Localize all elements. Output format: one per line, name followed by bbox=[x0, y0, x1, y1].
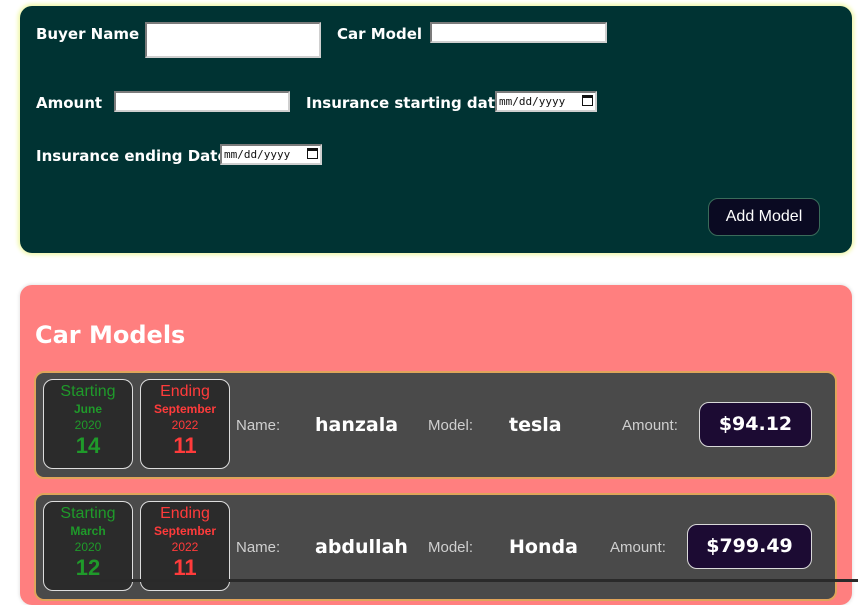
end-year: 2022 bbox=[171, 540, 199, 554]
add-insurance-form: Buyer Name Car Model Amount Insurance st… bbox=[20, 6, 852, 253]
starting-label: Starting bbox=[60, 383, 116, 400]
amount-input[interactable] bbox=[114, 91, 290, 112]
car-models-panel: Car Models Starting June 2020 14 Ending … bbox=[20, 285, 852, 605]
end-date-box: Ending September 2022 11 bbox=[140, 501, 230, 591]
insurance-end-date-input[interactable]: mm/dd/yyyy bbox=[220, 144, 322, 165]
buyer-name-input[interactable] bbox=[145, 22, 321, 58]
start-year: 2020 bbox=[74, 540, 102, 554]
ending-label: Ending bbox=[160, 383, 210, 400]
calendar-icon[interactable] bbox=[582, 95, 593, 106]
model-key: Model: bbox=[428, 417, 474, 434]
end-date-box: Ending September 2022 11 bbox=[140, 379, 230, 469]
start-day: 14 bbox=[75, 433, 101, 458]
end-day: 11 bbox=[173, 555, 197, 580]
start-month: June bbox=[73, 402, 102, 416]
amount-badge: $94.12 bbox=[699, 402, 812, 447]
amount-label: Amount bbox=[36, 94, 103, 112]
start-date-box: Starting March 2020 12 bbox=[43, 501, 133, 591]
calendar-icon[interactable] bbox=[307, 148, 318, 159]
insurance-start-date-input[interactable]: mm/dd/yyyy bbox=[495, 91, 597, 112]
insurance-end-label: Insurance ending Date bbox=[36, 147, 228, 165]
buyer-name-value: hanzala bbox=[315, 414, 399, 436]
start-year: 2020 bbox=[74, 418, 102, 432]
insurance-start-label: Insurance starting date bbox=[306, 94, 506, 112]
start-date-box: Starting June 2020 14 bbox=[43, 379, 133, 469]
amount-key: Amount: bbox=[610, 539, 666, 556]
amount-key: Amount: bbox=[622, 417, 678, 434]
ending-label: Ending bbox=[160, 505, 210, 522]
starting-label: Starting bbox=[60, 505, 116, 522]
name-key: Name: bbox=[236, 539, 281, 556]
start-day: 12 bbox=[75, 555, 101, 580]
name-key: Name: bbox=[236, 417, 281, 434]
end-day: 11 bbox=[173, 433, 197, 458]
car-model-card: Starting March 2020 12 Ending September … bbox=[34, 493, 837, 601]
model-key: Model: bbox=[428, 539, 474, 556]
buyer-name-value: abdullah bbox=[315, 536, 408, 558]
end-month: September bbox=[153, 524, 217, 538]
car-model-card: Starting June 2020 14 Ending September 2… bbox=[34, 371, 837, 479]
car-model-value: Honda bbox=[509, 536, 578, 558]
car-model-value: tesla bbox=[509, 414, 562, 436]
start-date-placeholder: mm/dd/yyyy bbox=[499, 95, 566, 108]
car-model-input[interactable] bbox=[430, 22, 607, 43]
add-model-button[interactable]: Add Model bbox=[708, 198, 820, 236]
start-month: March bbox=[70, 524, 106, 538]
end-date-placeholder: mm/dd/yyyy bbox=[224, 148, 291, 161]
end-month: September bbox=[153, 402, 217, 416]
end-year: 2022 bbox=[171, 418, 199, 432]
buyer-name-label: Buyer Name bbox=[36, 25, 140, 43]
car-models-title: Car Models bbox=[35, 321, 186, 349]
amount-badge: $799.49 bbox=[687, 524, 812, 569]
car-model-label: Car Model bbox=[337, 25, 423, 43]
